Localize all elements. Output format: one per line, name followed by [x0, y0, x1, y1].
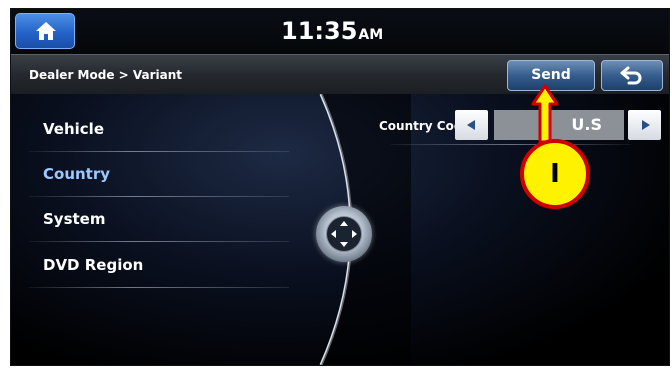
menu-item-label: Vehicle [43, 120, 104, 138]
menu-item-system[interactable]: System [11, 196, 296, 242]
menu-item-label: Country [43, 165, 111, 183]
home-icon [36, 22, 56, 40]
menu-item-dvd-region[interactable]: DVD Region [11, 242, 296, 288]
back-arrow-icon [620, 66, 642, 85]
clock: 11:35AM [281, 13, 383, 49]
divider [29, 287, 289, 288]
home-button[interactable] [15, 13, 75, 49]
title-bar: Dealer Mode > Variant Send [11, 54, 669, 94]
triangle-right-icon [642, 120, 650, 130]
clock-ampm: AM [358, 27, 384, 43]
annotation-arrow-icon [531, 84, 559, 144]
content-area: Vehicle Country System DVD Region Countr… [11, 94, 669, 365]
menu-item-label: System [43, 210, 106, 228]
annotation-callout: I [520, 139, 590, 209]
menu-item-label: DVD Region [43, 256, 144, 274]
status-bar: 11:35AM [11, 9, 669, 54]
direction-arrows-icon [331, 221, 357, 247]
triangle-left-icon [467, 120, 475, 130]
menu-item-vehicle[interactable]: Vehicle [11, 106, 296, 152]
country-code-prev-button[interactable] [455, 110, 488, 140]
country-code-next-button[interactable] [628, 110, 661, 140]
back-button[interactable] [601, 60, 663, 91]
clock-time: 11:35 [281, 17, 358, 45]
navigation-knob[interactable] [316, 206, 372, 262]
country-code-divider [391, 144, 631, 145]
breadcrumb: Dealer Mode > Variant [29, 68, 183, 82]
menu-item-country[interactable]: Country [11, 151, 296, 197]
variant-menu: Vehicle Country System DVD Region [11, 94, 311, 365]
